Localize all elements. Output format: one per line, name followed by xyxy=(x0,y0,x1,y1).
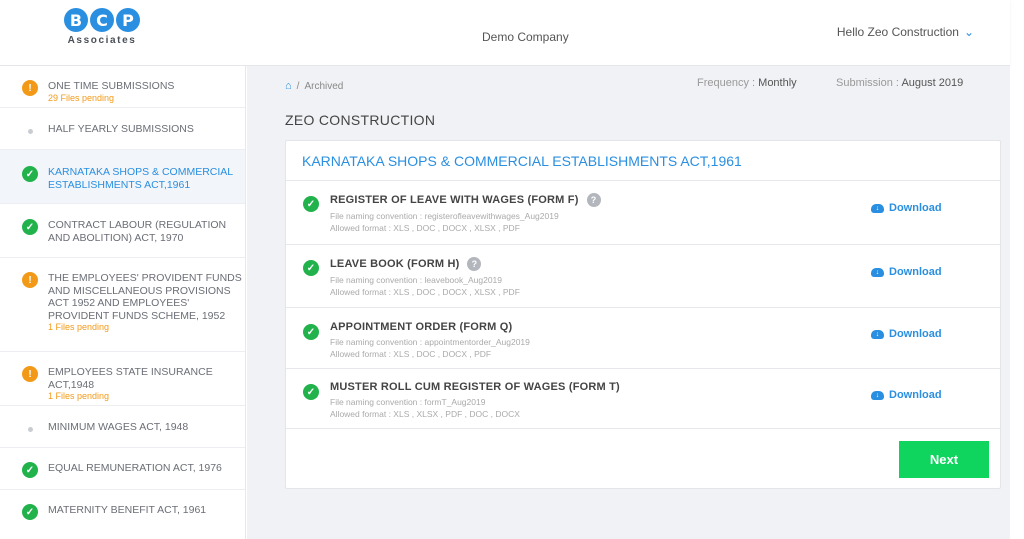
form-name: MUSTER ROLL CUM REGISTER OF WAGES (FORM … xyxy=(330,381,620,393)
allowed-format: Allowed format : XLS , XLSX , PDF , DOC … xyxy=(330,409,520,419)
form-row: ✓ APPOINTMENT ORDER (FORM Q) File naming… xyxy=(286,308,1000,369)
check-circle-icon: ✓ xyxy=(22,166,38,182)
sidebar-item-label: MATERNITY BENEFIT ACT, 1961 xyxy=(48,504,207,516)
dot-icon xyxy=(22,421,38,437)
page-title: ZEO CONSTRUCTION xyxy=(285,112,436,128)
user-menu[interactable]: Hello Zeo Construction ⌄ xyxy=(837,25,974,39)
breadcrumb: ⌂ / Archived xyxy=(285,80,343,92)
pending-count: 1 Files pending xyxy=(48,322,110,332)
logo-letter: P xyxy=(116,8,140,32)
top-header: B C P Associates Demo Company Hello Zeo … xyxy=(0,0,1010,66)
act-sidebar: ! ONE TIME SUBMISSIONS 29 Files pending … xyxy=(0,66,246,539)
breadcrumb-archived[interactable]: Archived xyxy=(304,81,343,92)
logo-letter: B xyxy=(64,8,88,32)
sidebar-item-contract-labour[interactable]: ✓ CONTRACT LABOUR (REGULATION AND ABOLIT… xyxy=(0,204,245,258)
help-icon[interactable]: ? xyxy=(586,193,601,207)
allowed-format: Allowed format : XLS , DOC , DOCX , XLSX… xyxy=(330,223,520,233)
download-button[interactable]: ↓ Download xyxy=(871,389,942,401)
home-icon[interactable]: ⌂ xyxy=(285,80,292,92)
download-label: Download xyxy=(889,202,942,214)
frequency-label: Frequency : xyxy=(697,77,756,89)
submission-value: August 2019 xyxy=(901,77,964,89)
company-name: Demo Company xyxy=(482,30,569,44)
main-content: ⌂ / Archived Frequency : Monthly Submiss… xyxy=(247,66,1010,539)
help-icon[interactable]: ? xyxy=(467,257,482,271)
warning-icon: ! xyxy=(22,366,38,382)
sidebar-item-minimum-wages[interactable]: MINIMUM WAGES ACT, 1948 xyxy=(0,406,245,448)
cloud-download-icon: ↓ xyxy=(871,203,884,213)
submission-info: Submission : August 2019 xyxy=(836,77,963,89)
sidebar-item-half-yearly[interactable]: HALF YEARLY SUBMISSIONS xyxy=(0,108,245,150)
logo-letter: C xyxy=(90,8,114,32)
logo-subtitle: Associates xyxy=(67,35,137,46)
check-circle-icon: ✓ xyxy=(303,260,319,276)
form-name: LEAVE BOOK (FORM H) xyxy=(330,258,460,270)
sidebar-item-provident-funds[interactable]: ! THE EMPLOYEES' PROVIDENT FUNDS AND MIS… xyxy=(0,258,245,352)
chevron-down-icon: ⌄ xyxy=(963,25,974,39)
forms-card: KARNATAKA SHOPS & COMMERCIAL ESTABLISHME… xyxy=(285,140,1001,489)
user-greeting: Hello Zeo Construction xyxy=(836,25,959,39)
check-circle-icon: ✓ xyxy=(22,219,38,235)
cloud-download-icon: ↓ xyxy=(871,390,884,400)
sidebar-item-maternity-benefit[interactable]: ✓ MATERNITY BENEFIT ACT, 1961 xyxy=(0,490,245,532)
download-label: Download xyxy=(889,389,942,401)
download-label: Download xyxy=(889,328,942,340)
download-button[interactable]: ↓ Download xyxy=(871,328,942,340)
check-circle-icon: ✓ xyxy=(303,384,319,400)
cloud-download-icon: ↓ xyxy=(871,329,884,339)
sidebar-item-esi[interactable]: ! EMPLOYEES STATE INSURANCE ACT,1948 1 F… xyxy=(0,352,245,406)
pending-count: 1 Files pending xyxy=(48,391,110,401)
frequency-value: Monthly xyxy=(758,77,797,89)
download-button[interactable]: ↓ Download xyxy=(871,202,942,214)
form-row: ✓ MUSTER ROLL CUM REGISTER OF WAGES (FOR… xyxy=(286,369,1000,429)
download-label: Download xyxy=(889,266,942,278)
sidebar-item-label: EMPLOYEES STATE INSURANCE ACT,1948 xyxy=(48,366,213,391)
next-button[interactable]: Next xyxy=(899,441,989,478)
download-button[interactable]: ↓ Download xyxy=(871,266,942,278)
form-name: REGISTER OF LEAVE WITH WAGES (FORM F) xyxy=(330,194,579,206)
sidebar-item-label: KARNATAKA SHOPS & COMMERCIAL ESTABLISHME… xyxy=(48,166,233,191)
pending-count: 29 Files pending xyxy=(48,92,115,103)
sidebar-item-equal-remuneration[interactable]: ✓ EQUAL REMUNERATION ACT, 1976 xyxy=(0,448,245,490)
allowed-format: Allowed format : XLS , DOC , DOCX , XLSX… xyxy=(330,287,520,297)
check-circle-icon: ✓ xyxy=(22,462,38,478)
frequency-info: Frequency : Monthly xyxy=(697,77,797,89)
card-title: KARNATAKA SHOPS & COMMERCIAL ESTABLISHME… xyxy=(286,141,1000,181)
sidebar-item-label: HALF YEARLY SUBMISSIONS xyxy=(48,123,194,135)
cloud-download-icon: ↓ xyxy=(871,267,884,277)
form-row: ✓ REGISTER OF LEAVE WITH WAGES (FORM F) … xyxy=(286,181,1000,245)
form-name: APPOINTMENT ORDER (FORM Q) xyxy=(330,321,513,333)
warning-icon: ! xyxy=(22,80,38,96)
allowed-format: Allowed format : XLS , DOC , DOCX , PDF xyxy=(330,349,492,359)
check-circle-icon: ✓ xyxy=(22,504,38,520)
form-row: ✓ LEAVE BOOK (FORM H) ? File naming conv… xyxy=(286,245,1000,308)
check-circle-icon: ✓ xyxy=(303,324,319,340)
submission-label: Submission : xyxy=(836,77,899,89)
check-circle-icon: ✓ xyxy=(303,196,319,212)
sidebar-item-label: EQUAL REMUNERATION ACT, 1976 xyxy=(48,462,222,474)
dot-icon xyxy=(22,123,38,139)
sidebar-item-label: MINIMUM WAGES ACT, 1948 xyxy=(48,421,189,433)
sidebar-item-one-time[interactable]: ! ONE TIME SUBMISSIONS 29 Files pending xyxy=(0,66,245,108)
sidebar-item-karnataka-shops[interactable]: ✓ KARNATAKA SHOPS & COMMERCIAL ESTABLISH… xyxy=(0,150,245,204)
warning-icon: ! xyxy=(22,272,38,288)
sidebar-item-label: THE EMPLOYEES' PROVIDENT FUNDS AND MISCE… xyxy=(48,272,242,322)
breadcrumb-separator: / xyxy=(296,80,300,92)
sidebar-item-label: CONTRACT LABOUR (REGULATION AND ABOLITIO… xyxy=(48,219,227,244)
sidebar-item-label: ONE TIME SUBMISSIONS xyxy=(48,80,175,92)
bcp-logo[interactable]: B C P Associates xyxy=(62,8,142,52)
